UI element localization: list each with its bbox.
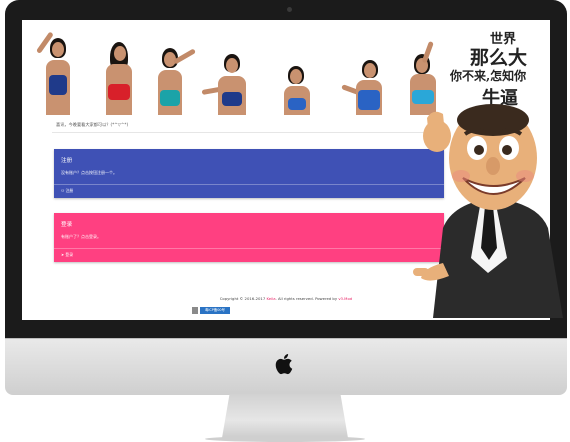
footer-powered-link[interactable]: v3.Mod <box>338 296 352 301</box>
login-button-label: 登录 <box>65 252 73 257</box>
footer-site-link[interactable]: Keila <box>266 296 275 301</box>
icp-badge[interactable]: 粤ICP备00号 <box>200 307 230 314</box>
register-button[interactable]: ⚇ 注册 <box>61 188 73 194</box>
key-icon: ➤ <box>61 252 65 257</box>
police-badge-icon <box>192 307 198 314</box>
apple-logo-icon <box>275 354 293 375</box>
login-title: 登录 <box>61 222 73 228</box>
model-figure <box>140 20 202 115</box>
slogan-line-2: 那么大 <box>470 47 528 69</box>
camera-icon <box>287 7 292 12</box>
login-card: 登录 有账户了？点击登录。 ➤ 登录 <box>54 213 444 262</box>
stand-shadow <box>205 436 365 442</box>
mascot-cartoon-man <box>413 104 563 318</box>
register-description: 没有账户？点击按钮注册一个。 <box>61 170 117 175</box>
notice-bar: 喜讯，今晚要看大家都可以？(*^▽^*) <box>52 118 448 133</box>
model-figure <box>30 20 86 115</box>
slogan-line-3: 你不来,怎知你 <box>450 69 527 83</box>
register-button-label: 注册 <box>65 188 74 193</box>
monitor-stand <box>222 394 348 438</box>
imac-frame: 喜讯，今晚要看大家都可以？(*^▽^*) 注册 没有账户？点击按钮注册一个。 ⚇… <box>0 0 570 442</box>
login-button[interactable]: ➤ 登录 <box>61 252 73 258</box>
model-figure <box>268 20 324 115</box>
login-description: 有账户了？点击登录。 <box>61 234 101 239</box>
card-divider <box>54 248 444 249</box>
user-plus-icon: ⚇ <box>61 188 65 193</box>
card-divider <box>54 184 444 185</box>
model-figure <box>332 20 398 115</box>
model-figure <box>198 20 264 115</box>
register-card: 注册 没有账户？点击按钮注册一个。 ⚇ 注册 <box>54 149 444 198</box>
register-title: 注册 <box>61 158 73 164</box>
